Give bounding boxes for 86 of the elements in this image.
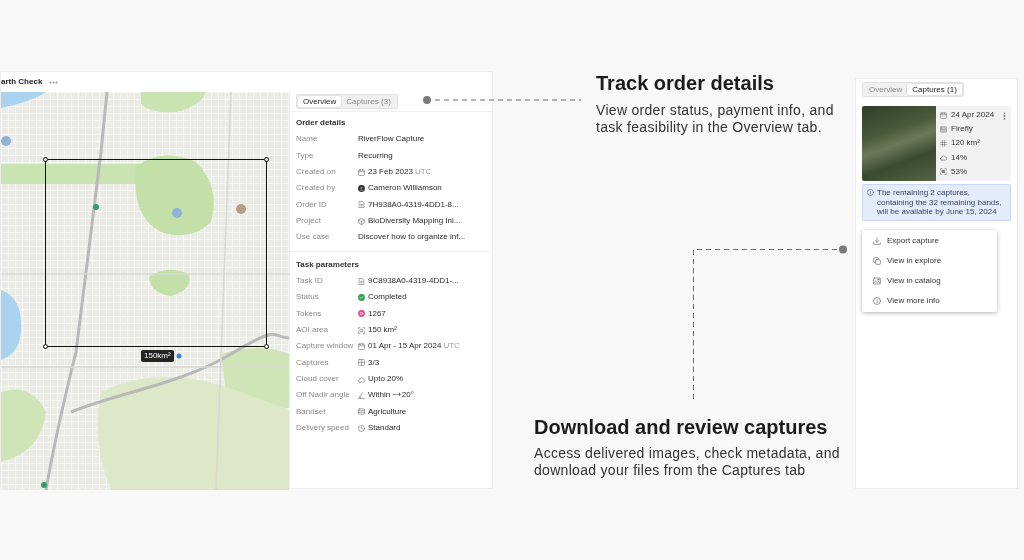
field-value: Upto 20% [368, 373, 404, 386]
field-value: 150 km² [368, 324, 397, 337]
document-icon [358, 277, 365, 285]
field-value: RiverFlow Capture [358, 133, 425, 146]
field-label: Capture window [296, 340, 355, 353]
field-label: Off Nadir angle [296, 389, 351, 402]
corner-handle[interactable] [264, 344, 269, 349]
field-value: Cameron Williamson [368, 182, 442, 195]
field-label: Delivery speed [296, 422, 350, 435]
field-value: 23 Feb 2023 [368, 166, 413, 179]
info-icon [867, 189, 874, 196]
field-label: Captures [296, 356, 330, 369]
grid-icon [358, 359, 365, 367]
token-icon [358, 310, 365, 318]
timezone-label: UTC [443, 340, 460, 353]
callout-heading: Track order details [596, 71, 774, 95]
field-value: 1267 [368, 307, 386, 320]
field-label: Bandset [296, 405, 327, 418]
calendar-icon [358, 342, 365, 350]
field-label: AOI area [296, 324, 329, 337]
field-label: Created on [296, 166, 337, 179]
field-value: BioDiversity Mapping Ini... [368, 215, 461, 228]
calendar-icon [358, 168, 365, 176]
corner-handle[interactable] [43, 344, 48, 349]
angle-icon [358, 391, 365, 399]
info-icon [873, 296, 881, 305]
field-label: Cloud cover [296, 373, 340, 386]
field-label: Type [296, 149, 315, 162]
document-icon [358, 201, 365, 209]
field-value: 9C8938A0-4319-4DD1-... [368, 275, 459, 288]
callout-heading: Download and review captures [534, 415, 828, 439]
more-icon[interactable] [49, 80, 59, 84]
field-label: Status [296, 291, 320, 304]
copy-icon [873, 256, 881, 265]
field-label: Task ID [296, 275, 324, 288]
corner-handle[interactable] [264, 157, 269, 162]
frame-icon [940, 125, 947, 133]
check-circle-icon [358, 293, 365, 301]
more-icon[interactable] [1003, 112, 1006, 120]
tab[interactable]: Captures (1) [907, 84, 962, 95]
field-value: Within ~+20° [368, 389, 414, 402]
field-value: 01 Apr - 15 Apr 2024 [368, 340, 442, 353]
capture-detail: 14% [951, 151, 967, 164]
field-value: 7H938A0-4319-4DD1-8... [368, 198, 459, 211]
menu-item[interactable]: View more info [862, 290, 997, 311]
capture-detail: 24 Apr 2024 [951, 109, 995, 122]
cloud-icon [358, 375, 365, 383]
app-title: arth Check [1, 76, 43, 88]
tab[interactable]: Overview [298, 96, 342, 107]
field-label: Order ID [296, 198, 328, 211]
capture-detail: 120 km² [951, 137, 980, 150]
field-label: Name [296, 133, 319, 146]
field-value: Agriculture [368, 405, 407, 418]
callout-text: Access delivered images, check metadata, and download your files from the Captures tab [534, 445, 841, 479]
menu-item[interactable]: Export capture [862, 230, 997, 251]
clock-icon [358, 424, 365, 432]
download-icon [873, 236, 881, 245]
field-label: Tokens [296, 307, 323, 320]
grid-icon [940, 139, 947, 147]
image-icon [873, 276, 881, 285]
field-value: Discover how to organize inf... [358, 231, 466, 244]
capture-detail: 53% [951, 165, 967, 178]
field-value: 3/3 [368, 356, 380, 369]
capture-detail: Firefly [951, 123, 973, 136]
calendar-icon [940, 111, 947, 119]
field-label: Use case [296, 231, 331, 244]
timezone-label: UTC [414, 166, 432, 179]
area-label: 150km² [141, 350, 174, 362]
frame-corners-icon [358, 326, 365, 334]
cloud-icon [940, 154, 947, 162]
callout-text: View order status, payment info, and task feasibility in the Overview tab. [596, 102, 835, 136]
notice-text: The remaining 2 captures, containing the 32 remaining bands, will be available by June 15, 2024 [877, 188, 1003, 217]
corner-handle[interactable] [43, 157, 48, 162]
section-title: Task parameters [296, 258, 360, 271]
frame-corners-icon [940, 168, 947, 176]
menu-item[interactable]: View in explore [862, 250, 997, 271]
avatar-icon [358, 184, 365, 192]
rows-icon [358, 408, 365, 416]
field-label: Project [296, 215, 322, 228]
field-value: Recurring [358, 149, 393, 162]
menu-item[interactable]: View in catalog [862, 270, 997, 291]
field-value: Completed [368, 291, 407, 304]
field-value: Standard [368, 422, 401, 435]
cube-icon [358, 217, 365, 225]
section-title: Order details [296, 117, 347, 130]
field-label: Created by [296, 182, 337, 195]
